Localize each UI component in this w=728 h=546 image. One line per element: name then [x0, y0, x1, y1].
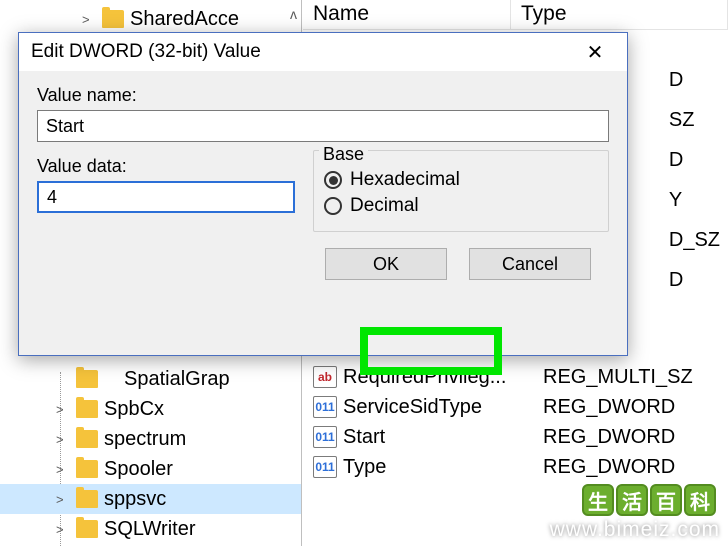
value-name: Start	[343, 426, 543, 449]
peek-type: D	[669, 60, 720, 100]
tree-item-label: SQLWriter	[104, 518, 196, 541]
folder-icon	[76, 460, 98, 478]
value-type: REG_DWORD	[543, 396, 728, 419]
value-data-label: Value data:	[37, 156, 295, 177]
tree-item-sharedaccess[interactable]: > SharedAcce ʌ	[0, 4, 301, 34]
radio-decimal[interactable]: Decimal	[324, 195, 598, 217]
tree-item[interactable]: > SQLWriter	[0, 514, 301, 544]
folder-icon	[76, 370, 98, 388]
ok-button[interactable]: OK	[325, 248, 447, 280]
chevron-right-icon: >	[56, 462, 70, 477]
reg-dword-icon: 011	[313, 396, 337, 418]
value-name-input[interactable]	[37, 110, 609, 142]
dialog-title-text: Edit DWORD (32-bit) Value	[31, 41, 261, 63]
radio-icon	[324, 171, 342, 189]
list-item[interactable]: ab RequiredPrivileg... REG_MULTI_SZ	[303, 362, 728, 392]
watermark-url: www.bimeiz.com	[550, 518, 720, 542]
close-icon[interactable]: ✕	[575, 40, 615, 65]
peek-type: SZ	[669, 100, 720, 140]
reg-string-icon: ab	[313, 366, 337, 388]
peek-type: D	[669, 140, 720, 180]
tree-item-label: SpatialGrap	[124, 368, 230, 391]
reg-dword-icon: 011	[313, 456, 337, 478]
chevron-right-icon: >	[56, 522, 70, 537]
folder-icon	[102, 10, 124, 28]
column-type[interactable]: Type	[511, 0, 728, 29]
value-name-label: Value name:	[37, 85, 609, 106]
list-header: Name Type	[303, 0, 728, 30]
chevron-right-icon: >	[56, 432, 70, 447]
peek-type: D_SZ	[669, 220, 720, 260]
column-name[interactable]: Name	[303, 0, 511, 29]
edit-dword-dialog: Edit DWORD (32-bit) Value ✕ Value name: …	[18, 32, 628, 356]
cancel-button[interactable]: Cancel	[469, 248, 591, 280]
tree-item-label: Spooler	[104, 458, 173, 481]
radio-label: Hexadecimal	[350, 169, 460, 191]
folder-icon	[76, 400, 98, 418]
base-group-label: Base	[319, 144, 368, 165]
dialog-titlebar[interactable]: Edit DWORD (32-bit) Value ✕	[19, 33, 627, 71]
list-item[interactable]: 011 ServiceSidType REG_DWORD	[303, 392, 728, 422]
list-item[interactable]: 011 Type REG_DWORD	[303, 452, 728, 482]
tree-item[interactable]: > spectrum	[0, 424, 301, 454]
tree-item-selected[interactable]: > sppsvc	[0, 484, 301, 514]
value-name: RequiredPrivileg...	[343, 366, 543, 389]
value-type: REG_DWORD	[543, 456, 728, 479]
value-data-input[interactable]	[37, 181, 295, 213]
value-type: REG_DWORD	[543, 426, 728, 449]
tree-item-label: SpbCx	[104, 398, 164, 421]
folder-icon	[76, 520, 98, 538]
chevron-right-icon: >	[56, 492, 70, 507]
tree-item[interactable]: > Spooler	[0, 454, 301, 484]
tree-item-label: SharedAcce	[130, 8, 239, 31]
value-name: Type	[343, 456, 543, 479]
radio-label: Decimal	[350, 195, 419, 217]
folder-icon	[76, 430, 98, 448]
tree-item-label: sppsvc	[104, 488, 166, 511]
value-type: REG_MULTI_SZ	[543, 366, 728, 389]
chevron-right-icon: >	[56, 402, 70, 417]
tree-item[interactable]: SpatialGrap	[0, 364, 301, 394]
chevron-right-icon: >	[82, 12, 96, 27]
scroll-up-icon[interactable]: ʌ	[290, 6, 297, 22]
folder-icon	[76, 490, 98, 508]
radio-icon	[324, 197, 342, 215]
list-item[interactable]: 011 Start REG_DWORD	[303, 422, 728, 452]
watermark-badge: 生 活 百 科	[582, 484, 716, 516]
radio-hexadecimal[interactable]: Hexadecimal	[324, 169, 598, 191]
value-name: ServiceSidType	[343, 396, 543, 419]
peek-type: D	[669, 260, 720, 300]
tree-item-label: spectrum	[104, 428, 186, 451]
reg-dword-icon: 011	[313, 426, 337, 448]
tree-item[interactable]: > SpbCx	[0, 394, 301, 424]
peek-type: Y	[669, 180, 720, 220]
